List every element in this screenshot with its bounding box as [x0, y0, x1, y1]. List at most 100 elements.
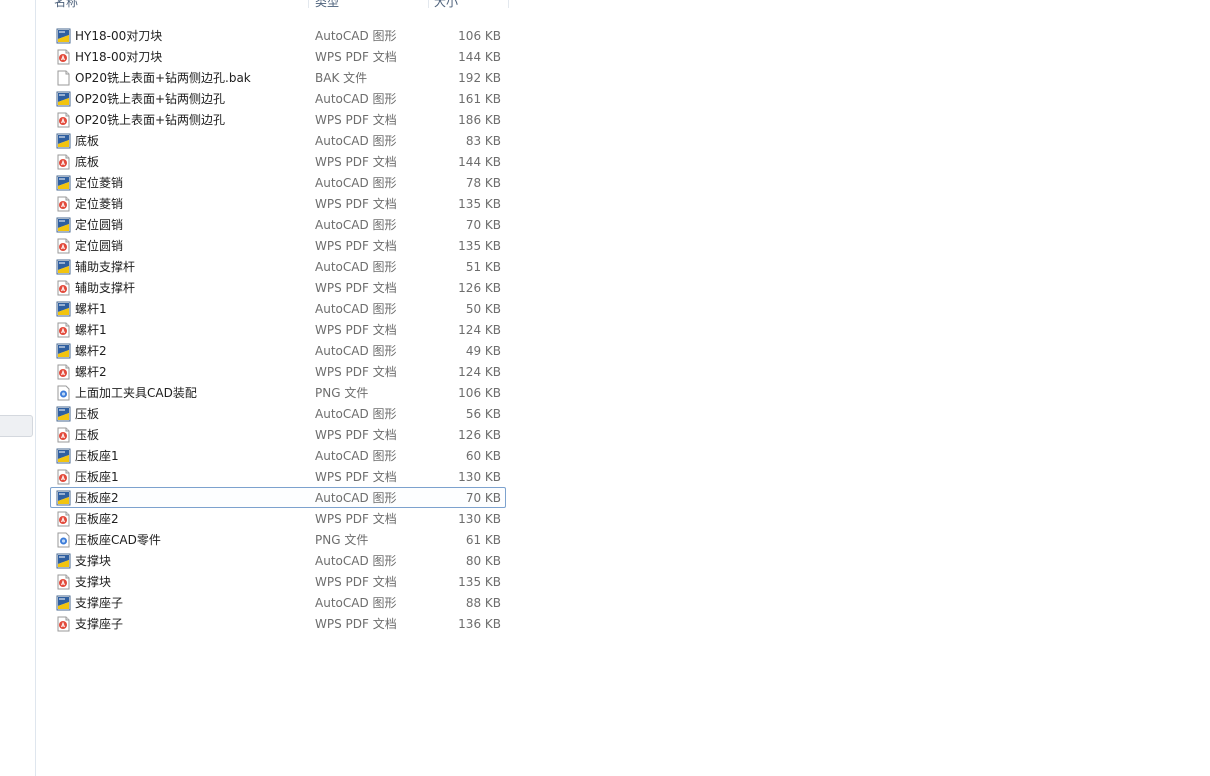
file-row[interactable]: 定位菱销 AutoCAD 图形 78 KB: [50, 172, 506, 193]
file-name: 压板座2: [75, 512, 119, 526]
file-row[interactable]: 支撑座子 WPS PDF 文档 136 KB: [50, 613, 506, 634]
pdf-icon: [56, 238, 71, 254]
file-type: WPS PDF 文档: [315, 239, 397, 253]
file-name: 辅助支撑杆: [75, 281, 136, 295]
file-row[interactable]: 螺杆1 WPS PDF 文档 124 KB: [50, 319, 506, 340]
file-row[interactable]: 辅助支撑杆 WPS PDF 文档 126 KB: [50, 277, 506, 298]
pdf-icon: [56, 469, 71, 485]
file-name: 支撑座子: [75, 596, 124, 610]
file-row[interactable]: OP20铣上表面+钻两侧边孔.bak BAK 文件 192 KB: [50, 67, 506, 88]
file-type: WPS PDF 文档: [315, 428, 397, 442]
column-divider[interactable]: [508, 0, 509, 8]
file-list-pane: 名称 类型 大小 HY18-00对刀块 AutoCAD 图形 106 KB HY18-…: [36, 0, 1210, 776]
file-row[interactable]: 压板座1 WPS PDF 文档 130 KB: [50, 466, 506, 487]
file-size: 144 KB: [458, 155, 501, 169]
file-row[interactable]: HY18-00对刀块 AutoCAD 图形 106 KB: [50, 25, 506, 46]
file-size: 70 KB: [465, 218, 501, 232]
file-size: 136 KB: [458, 617, 501, 631]
file-row[interactable]: 压板座1 AutoCAD 图形 60 KB: [50, 445, 506, 466]
file-type: AutoCAD 图形: [315, 407, 397, 421]
file-type: AutoCAD 图形: [315, 176, 397, 190]
file-type: AutoCAD 图形: [315, 134, 397, 148]
file-row[interactable]: 辅助支撑杆 AutoCAD 图形 51 KB: [50, 256, 506, 277]
file-size: 144 KB: [458, 50, 501, 64]
file-row[interactable]: 螺杆2 AutoCAD 图形 49 KB: [50, 340, 506, 361]
file-row[interactable]: 压板 WPS PDF 文档 126 KB: [50, 424, 506, 445]
png-image-icon: [56, 532, 71, 548]
file-row[interactable]: 上面加工夹具CAD装配 PNG 文件 106 KB: [50, 382, 506, 403]
file-row[interactable]: HY18-00对刀块 WPS PDF 文档 144 KB: [50, 46, 506, 67]
file-size: 60 KB: [465, 449, 501, 463]
file-size: 106 KB: [458, 386, 501, 400]
autocad-drawing-icon: [56, 28, 71, 44]
file-size: 78 KB: [465, 176, 501, 190]
file-type: WPS PDF 文档: [315, 323, 397, 337]
file-row[interactable]: 压板座2 WPS PDF 文档 130 KB: [50, 508, 506, 529]
file-row[interactable]: 底板 WPS PDF 文档 144 KB: [50, 151, 506, 172]
pdf-icon: [56, 616, 71, 632]
file-size: 135 KB: [458, 239, 501, 253]
file-row[interactable]: 支撑座子 AutoCAD 图形 88 KB: [50, 592, 506, 613]
file-size: 135 KB: [458, 575, 501, 589]
file-type: AutoCAD 图形: [315, 260, 397, 274]
file-row[interactable]: 定位圆销 AutoCAD 图形 70 KB: [50, 214, 506, 235]
file-row[interactable]: OP20铣上表面+钻两侧边孔 AutoCAD 图形 161 KB: [50, 88, 506, 109]
file-row[interactable]: 支撑块 WPS PDF 文档 135 KB: [50, 571, 506, 592]
file-size: 106 KB: [458, 29, 501, 43]
file-type: WPS PDF 文档: [315, 113, 397, 127]
column-header-size[interactable]: 大小: [434, 0, 458, 10]
file-name: 螺杆2: [75, 365, 107, 379]
generic-file-icon: [56, 70, 71, 86]
file-name: 辅助支撑杆: [75, 260, 136, 274]
file-name: HY18-00对刀块: [75, 29, 163, 43]
file-type: WPS PDF 文档: [315, 512, 397, 526]
column-divider[interactable]: [308, 0, 309, 8]
pdf-icon: [56, 364, 71, 380]
file-name: OP20铣上表面+钻两侧边孔: [75, 113, 226, 127]
file-name: 螺杆2: [75, 344, 107, 358]
file-row[interactable]: 支撑块 AutoCAD 图形 80 KB: [50, 550, 506, 571]
file-size: 80 KB: [465, 554, 501, 568]
column-header-type[interactable]: 类型: [315, 0, 339, 10]
file-size: 124 KB: [458, 365, 501, 379]
autocad-drawing-icon: [56, 406, 71, 422]
column-divider[interactable]: [428, 0, 429, 8]
file-row[interactable]: 定位菱销 WPS PDF 文档 135 KB: [50, 193, 506, 214]
file-name: 定位圆销: [75, 239, 124, 253]
column-header-name[interactable]: 名称: [54, 0, 78, 10]
file-row[interactable]: 螺杆1 AutoCAD 图形 50 KB: [50, 298, 506, 319]
file-type: WPS PDF 文档: [315, 575, 397, 589]
file-name: 支撑块: [75, 554, 112, 568]
file-size: 135 KB: [458, 197, 501, 211]
file-type: AutoCAD 图形: [315, 92, 397, 106]
file-size: 130 KB: [458, 470, 501, 484]
file-name: 定位圆销: [75, 218, 124, 232]
file-type: AutoCAD 图形: [315, 29, 397, 43]
file-row[interactable]: 压板座CAD零件 PNG 文件 61 KB: [50, 529, 506, 550]
file-row[interactable]: 压板 AutoCAD 图形 56 KB: [50, 403, 506, 424]
file-row[interactable]: 定位圆销 WPS PDF 文档 135 KB: [50, 235, 506, 256]
file-row[interactable]: 压板座2 AutoCAD 图形 70 KB: [50, 487, 506, 508]
autocad-drawing-icon: [56, 595, 71, 611]
autocad-drawing-icon: [56, 448, 71, 464]
pdf-icon: [56, 280, 71, 296]
nav-scrollbar-thumb[interactable]: [0, 415, 33, 437]
file-row[interactable]: OP20铣上表面+钻两侧边孔 WPS PDF 文档 186 KB: [50, 109, 506, 130]
file-row[interactable]: 螺杆2 WPS PDF 文档 124 KB: [50, 361, 506, 382]
file-size: 51 KB: [465, 260, 501, 274]
file-name: OP20铣上表面+钻两侧边孔: [75, 92, 226, 106]
pdf-icon: [56, 49, 71, 65]
file-size: 88 KB: [465, 596, 501, 610]
file-size: 126 KB: [458, 281, 501, 295]
file-name: 螺杆1: [75, 302, 107, 316]
file-name: 底板: [75, 134, 100, 148]
autocad-drawing-icon: [56, 343, 71, 359]
file-type: AutoCAD 图形: [315, 449, 397, 463]
file-type: WPS PDF 文档: [315, 365, 397, 379]
file-size: 50 KB: [465, 302, 501, 316]
file-size: 70 KB: [465, 491, 501, 505]
autocad-drawing-icon: [56, 301, 71, 317]
file-row[interactable]: 底板 AutoCAD 图形 83 KB: [50, 130, 506, 151]
file-type: WPS PDF 文档: [315, 617, 397, 631]
file-size: 124 KB: [458, 323, 501, 337]
